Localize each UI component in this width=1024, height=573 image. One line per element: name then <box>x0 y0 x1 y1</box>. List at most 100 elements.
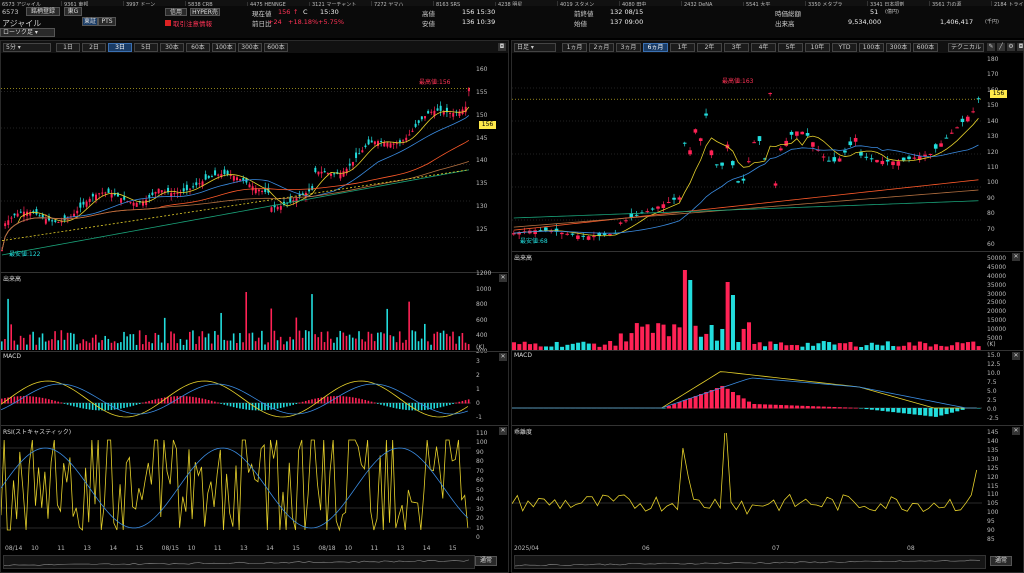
camera-icon[interactable]: ◘ <box>498 43 506 51</box>
right-period-5[interactable]: 2年 <box>697 43 722 52</box>
credit-button[interactable]: 信用 <box>165 8 187 16</box>
volume-bar <box>38 337 41 350</box>
right-price-tick: 80 <box>987 210 995 218</box>
candle <box>853 137 858 142</box>
left-period-8[interactable]: 600本 <box>264 43 288 52</box>
close-icon[interactable]: ✕ <box>499 353 507 361</box>
candle <box>342 171 345 177</box>
candle <box>864 156 869 158</box>
right-dev-tick: 115 <box>987 482 999 490</box>
candle <box>370 140 373 143</box>
macd-histogram-bar <box>38 397 41 404</box>
macd-histogram-bar <box>138 403 141 405</box>
candle <box>51 220 54 222</box>
volume-bar <box>129 334 132 350</box>
left-period-0[interactable]: 1日 <box>56 43 80 52</box>
candle <box>364 145 367 148</box>
draw-line-icon[interactable]: ╱ <box>997 43 1005 51</box>
left-period-1[interactable]: 2日 <box>82 43 106 52</box>
macd-histogram-bar <box>763 404 768 409</box>
register-stock-button[interactable]: 銘柄登録 <box>26 7 60 16</box>
macd-histogram-bar <box>48 399 50 404</box>
volume-bar <box>666 336 671 350</box>
market-select[interactable]: 東G <box>64 7 82 16</box>
macd-histogram-bar <box>449 403 451 405</box>
right-period-11[interactable]: 100本 <box>859 43 884 52</box>
right-period-10[interactable]: YTD <box>832 43 857 52</box>
right-price-tick: 70 <box>987 225 995 233</box>
volume-bar <box>57 340 59 350</box>
pen-icon[interactable]: ✎ <box>987 43 995 51</box>
tse-tab[interactable]: 東証 <box>82 17 98 26</box>
candle-interval-select[interactable]: 日足 ▾ <box>514 43 556 52</box>
left-period-4[interactable]: 30本 <box>160 43 184 52</box>
left-period-2[interactable]: 3日 <box>108 43 132 52</box>
volume-bar <box>452 331 454 350</box>
left-navigator-scrollbar[interactable] <box>3 555 475 569</box>
right-period-1[interactable]: 2ヵ月 <box>589 43 614 52</box>
macd-histogram-bar <box>355 397 357 404</box>
macd-histogram-bar <box>933 408 938 417</box>
left-volume-tick: 1000 <box>476 285 492 293</box>
macd-histogram-bar <box>298 402 301 404</box>
pts-tab[interactable]: PTS <box>98 17 116 26</box>
close-icon[interactable]: ✕ <box>499 274 507 282</box>
close-icon[interactable]: ✕ <box>1012 253 1020 261</box>
right-period-0[interactable]: 1ヵ月 <box>562 43 587 52</box>
right-period-4[interactable]: 1年 <box>670 43 695 52</box>
candle <box>101 192 104 194</box>
camera-icon[interactable]: ◘ <box>1017 43 1024 51</box>
candle <box>88 198 91 202</box>
right-zoom-select[interactable]: 通常 <box>990 556 1012 566</box>
candle <box>650 208 655 210</box>
left-period-7[interactable]: 300本 <box>238 43 262 52</box>
volume-bar <box>195 343 197 350</box>
right-period-2[interactable]: 3ヵ月 <box>616 43 641 52</box>
candle <box>392 143 395 145</box>
technical-button[interactable]: テクニカル <box>948 43 984 52</box>
volume-bar <box>308 331 310 350</box>
trading-note[interactable]: 取引注意情報 <box>165 18 212 28</box>
macd-histogram-bar <box>292 403 294 405</box>
volume-bar <box>698 336 703 350</box>
candle <box>885 159 890 162</box>
right-period-toolbar: 日足 ▾ 1ヵ月 2ヵ月 3ヵ月 6ヵ月 1年 2年 3年 4年 5年 10年 YTD 100本 300… <box>512 41 1024 53</box>
candle <box>944 137 949 139</box>
candle <box>204 174 207 180</box>
chart-type-select[interactable]: ローソク足 ▾ <box>0 28 55 37</box>
volume-bar <box>682 270 687 350</box>
settings-icon[interactable]: ⚙ <box>1007 43 1015 51</box>
right-period-12[interactable]: 300本 <box>886 43 911 52</box>
right-period-3[interactable]: 6ヵ月 <box>643 43 668 52</box>
stochastic-k-line <box>1 439 469 532</box>
left-period-5[interactable]: 60本 <box>186 43 210 52</box>
right-period-7[interactable]: 4年 <box>751 43 776 52</box>
right-period-6[interactable]: 3年 <box>724 43 749 52</box>
right-period-9[interactable]: 10年 <box>805 43 830 52</box>
close-icon[interactable]: ✕ <box>1012 427 1020 435</box>
right-period-8[interactable]: 5年 <box>778 43 803 52</box>
macd-histogram-bar <box>236 403 238 408</box>
bollinger-line <box>1 169 469 242</box>
macd-histogram-bar <box>217 402 219 404</box>
market-cap: 51 <box>870 8 879 16</box>
hyper-sell-button[interactable]: HYPER売 <box>190 8 220 16</box>
candle <box>402 140 405 142</box>
close-icon[interactable]: ✕ <box>499 427 507 435</box>
candle <box>424 116 426 119</box>
close-icon[interactable]: ✕ <box>1012 352 1020 360</box>
candle <box>279 206 282 210</box>
macd-histogram-bar <box>232 403 235 408</box>
left-period-6[interactable]: 100本 <box>212 43 236 52</box>
volume-bar <box>821 341 826 350</box>
volume-bar <box>843 343 848 350</box>
interval-select[interactable]: 5分 ▾ <box>3 43 51 52</box>
candle <box>85 201 88 207</box>
left-volume-tick: 1200 <box>476 270 492 277</box>
right-period-13[interactable]: 600本 <box>913 43 938 52</box>
macd-histogram-bar <box>320 397 323 404</box>
left-macd-chart <box>1 380 471 418</box>
right-navigator-scrollbar[interactable] <box>514 555 986 569</box>
left-period-3[interactable]: 5日 <box>134 43 158 52</box>
left-zoom-select[interactable]: 通常 <box>475 556 497 566</box>
